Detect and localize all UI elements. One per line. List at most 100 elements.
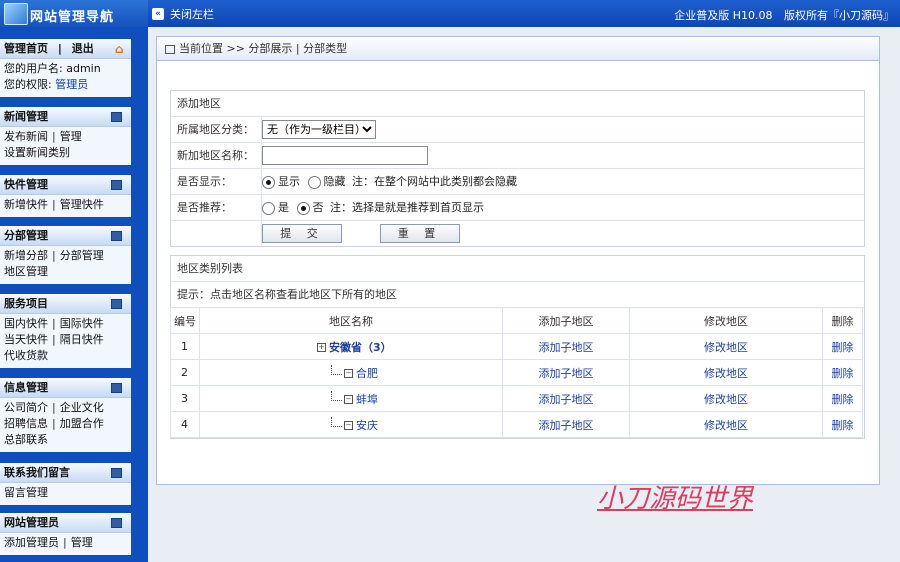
region-name-link[interactable]: 合肥 (356, 367, 378, 380)
add-sub-region-link[interactable]: 添加子地区 (539, 341, 594, 354)
recommend-no-radio[interactable] (296, 201, 310, 215)
region-name-link[interactable]: 安庆 (356, 419, 378, 432)
breadcrumb-text: 当前位置 >> 分部展示 | 分部类型 (179, 42, 348, 55)
sidebar-item-region-manage[interactable]: 地区管理 (4, 265, 48, 278)
perm-label: 您的权限: (4, 78, 52, 91)
show-no-radio[interactable] (307, 175, 321, 189)
sidebar-item-manage-admin[interactable]: 管理 (71, 536, 93, 549)
panel-title: 地区类别列表 (177, 262, 243, 275)
collapse-node-icon[interactable]: − (344, 395, 353, 404)
recommend-label: 是否推荐： (171, 195, 262, 220)
collapse-node-icon[interactable]: − (344, 369, 353, 378)
sidebar-header-services[interactable]: 服务项目 (0, 294, 131, 314)
tree-line-icon (331, 390, 342, 401)
collapse-icon (111, 231, 122, 241)
logo-icon (4, 3, 28, 25)
sidebar-header-admin[interactable]: 网站管理员 (0, 513, 131, 533)
copyright-text: 版权所有『小刀源码』 (784, 9, 894, 22)
sidebar-item-culture[interactable]: 企业文化 (60, 401, 104, 414)
parent-label: 所属地区分类： (171, 117, 262, 142)
sidebar-home-header: 管理首页 | 退出 ⌂ (0, 39, 131, 59)
region-name-input[interactable] (262, 146, 428, 165)
sidebar-header-label: 快件管理 (4, 178, 48, 191)
sidebar-header-info[interactable]: 信息管理 (0, 378, 131, 398)
recommend-yes-radio[interactable] (262, 201, 275, 215)
delete-region-link[interactable]: 删除 (832, 367, 854, 380)
sidebar-item-jobs[interactable]: 招聘信息 (4, 417, 48, 430)
sidebar-item-hq-contact[interactable]: 总部联系 (4, 433, 48, 446)
sidebar-header-label: 信息管理 (4, 381, 48, 394)
sidebar-header-express[interactable]: 快件管理 (0, 175, 131, 195)
sidebar: 管理首页 | 退出 ⌂ 您的用户名: admin 您的权限: 管理员 新闻管理 … (0, 27, 148, 562)
sidebar-group-branch: 分部管理 新增分部 | 分部管理 地区管理 (0, 226, 131, 284)
add-sub-region-link[interactable]: 添加子地区 (539, 393, 594, 406)
sidebar-item-news-category[interactable]: 设置新闻类别 (4, 146, 70, 159)
table-header-row: 编号 地区名称 添加子地区 修改地区 删除 (170, 307, 863, 334)
logo-title: 网站管理导航 (30, 10, 115, 25)
main-content: 当前位置 >> 分部展示 | 分部类型 添加地区 所属地区分类： 无（作为一级栏… (156, 36, 880, 485)
sidebar-header-label: 服务项目 (4, 297, 48, 310)
sidebar-item-add-branch[interactable]: 新增分部 (4, 249, 48, 262)
row-id: 4 (170, 411, 200, 438)
sidebar-group-news: 新闻管理 发布新闻 | 管理 设置新闻类别 (0, 107, 131, 165)
recommend-no-label: 否 (312, 201, 324, 214)
sidebar-item-manage-express[interactable]: 管理快件 (60, 198, 104, 211)
sidebar-header-news[interactable]: 新闻管理 (0, 107, 131, 127)
region-name-link[interactable]: 安徽省（3） (329, 341, 392, 354)
table-row: 1 + 安徽省（3） 添加子地区 修改地区 删除 (170, 333, 863, 360)
version-text: 企业普及版 H10.08 (674, 9, 773, 22)
table-row: 3 − 蚌埠 添加子地区 修改地区 删除 (170, 385, 863, 412)
sidebar-item-manage-branch[interactable]: 分部管理 (60, 249, 104, 262)
header-edit: 修改地区 (629, 307, 823, 334)
close-left-button[interactable]: « 关闭左栏 (152, 6, 214, 22)
expand-icon[interactable]: + (317, 343, 326, 352)
sidebar-item-cod[interactable]: 代收货款 (4, 349, 48, 362)
collapse-icon (111, 299, 122, 309)
edit-region-link[interactable]: 修改地区 (704, 367, 748, 380)
sidebar-header-branch[interactable]: 分部管理 (0, 226, 131, 246)
sidebar-item-publish-news[interactable]: 发布新闻 (4, 130, 48, 143)
empty-label (171, 221, 262, 246)
top-bar: 网站管理导航 « 关闭左栏 企业普及版 H10.08 版权所有『小刀源码』 (0, 0, 900, 27)
sidebar-home-link[interactable]: 管理首页 (4, 42, 48, 55)
sidebar-item-add-admin[interactable]: 添加管理员 (4, 536, 59, 549)
sidebar-group-messages: 联系我们留言 留言管理 (0, 463, 131, 505)
delete-region-link[interactable]: 删除 (832, 393, 854, 406)
collapse-node-icon[interactable]: − (344, 421, 353, 430)
sidebar-item-manage-news[interactable]: 管理 (60, 130, 82, 143)
sidebar-item-domestic[interactable]: 国内快件 (4, 317, 48, 330)
sidebar-item-add-express[interactable]: 新增快件 (4, 198, 48, 211)
sidebar-item-messages[interactable]: 留言管理 (4, 486, 48, 499)
close-left-label: 关闭左栏 (170, 8, 214, 21)
edit-region-link[interactable]: 修改地区 (704, 419, 748, 432)
sidebar-item-same-day[interactable]: 当天快件 (4, 333, 48, 346)
submit-button[interactable]: 提 交 (262, 224, 342, 243)
collapse-icon (111, 383, 122, 393)
show-yes-radio[interactable] (262, 175, 275, 189)
header-delete: 删除 (822, 307, 863, 334)
sidebar-header-label: 分部管理 (4, 229, 48, 242)
sidebar-header-label: 联系我们留言 (4, 466, 70, 479)
header-name: 地区名称 (199, 307, 503, 334)
region-name-link[interactable]: 蚌埠 (356, 393, 378, 406)
sidebar-item-company-intro[interactable]: 公司简介 (4, 401, 48, 414)
sidebar-header-label: 网站管理员 (4, 516, 59, 529)
tree-line-icon (331, 364, 342, 375)
delete-region-link[interactable]: 删除 (832, 419, 854, 432)
sidebar-group-admin: 网站管理员 添加管理员 | 管理 (0, 513, 131, 555)
edit-region-link[interactable]: 修改地区 (704, 341, 748, 354)
delete-region-link[interactable]: 删除 (832, 341, 854, 354)
sidebar-logout-link[interactable]: 退出 (72, 42, 94, 55)
sidebar-item-next-day[interactable]: 隔日快件 (60, 333, 104, 346)
sidebar-item-international[interactable]: 国际快件 (60, 317, 104, 330)
header-id: 编号 (170, 307, 200, 334)
add-sub-region-link[interactable]: 添加子地区 (539, 367, 594, 380)
recommend-yes-label: 是 (278, 201, 289, 214)
sidebar-item-franchise[interactable]: 加盟合作 (60, 417, 104, 430)
sidebar-header-messages[interactable]: 联系我们留言 (0, 463, 131, 483)
parent-region-select[interactable]: 无（作为一级栏目） (262, 120, 376, 139)
panel-title: 添加地区 (177, 97, 221, 110)
add-sub-region-link[interactable]: 添加子地区 (539, 419, 594, 432)
reset-button[interactable]: 重 置 (379, 224, 460, 243)
edit-region-link[interactable]: 修改地区 (704, 393, 748, 406)
